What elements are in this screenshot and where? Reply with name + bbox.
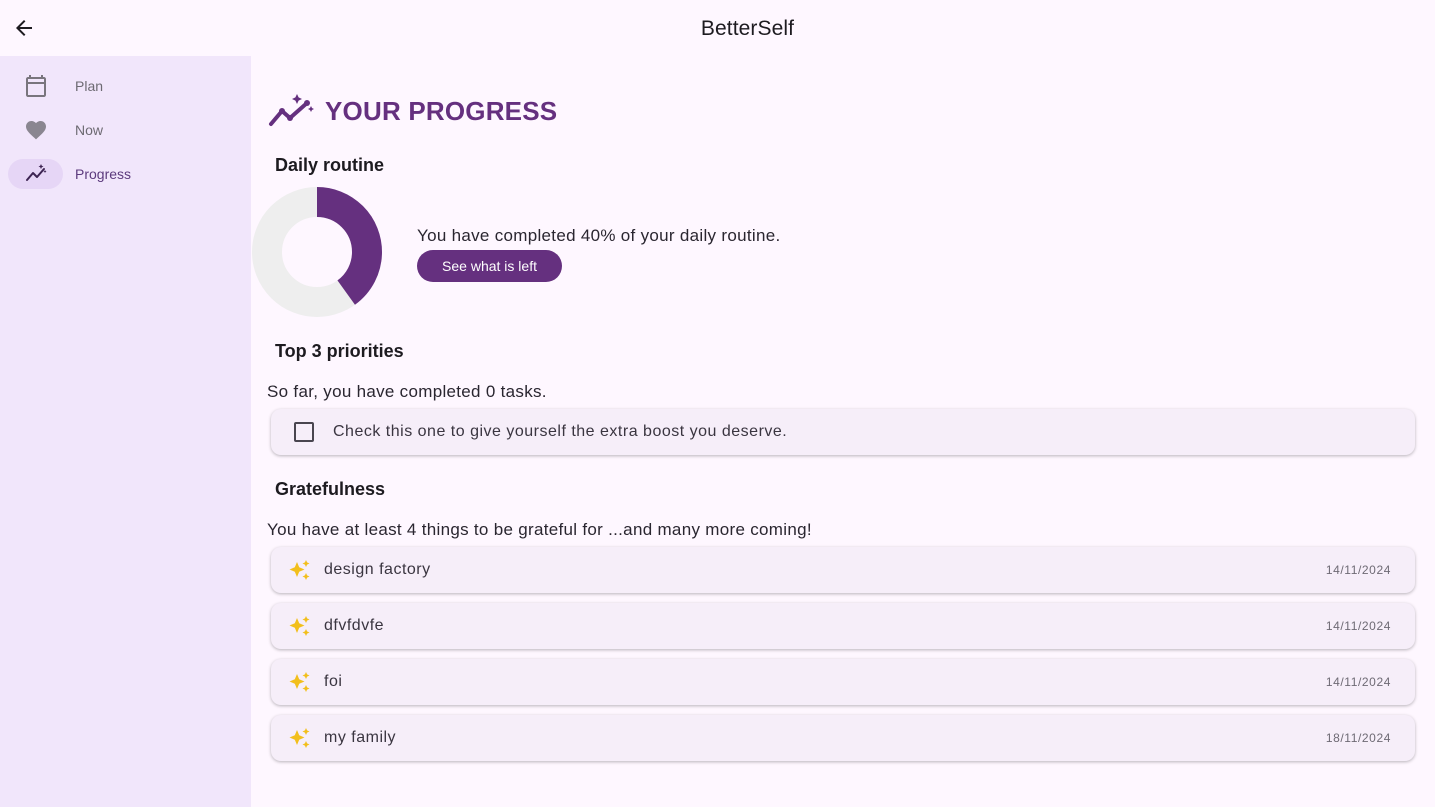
- page-header: YOUR PROGRESS: [267, 92, 557, 130]
- gratefulness-label: design factory: [324, 561, 431, 578]
- rail-item-now[interactable]: Now: [8, 114, 243, 146]
- gratefulness-status-text: You have at least 4 things to be gratefu…: [267, 520, 812, 539]
- sparkle-icon: [289, 616, 310, 636]
- sparkle-icon: [289, 560, 310, 580]
- auto-graph-icon: [269, 94, 314, 126]
- gratefulness-label: dfvfdvfe: [324, 617, 385, 634]
- rail-label-plan: Plan: [75, 78, 104, 94]
- rail-label-now: Now: [75, 122, 104, 138]
- gratefulness-label: foi: [324, 673, 343, 690]
- task-checkbox[interactable]: [294, 422, 314, 442]
- task-label: Check this one to give yourself the extr…: [333, 423, 788, 440]
- heart-icon: [25, 121, 46, 140]
- gratefulness-date: 18/11/2024: [1325, 731, 1391, 745]
- daily-routine-heading: Daily routine: [275, 155, 385, 175]
- gratefulness-item[interactable]: foi 14/11/2024: [271, 659, 1415, 705]
- gratefulness-label: my family: [324, 729, 397, 746]
- navigation-rail: Plan Now Progress: [0, 56, 251, 807]
- app-bar: BetterSelf: [0, 0, 1435, 56]
- rail-item-plan[interactable]: Plan: [8, 70, 243, 102]
- gratefulness-item[interactable]: my family 18/11/2024: [271, 715, 1415, 761]
- sparkle-icon: [289, 672, 310, 692]
- rail-item-progress[interactable]: Progress: [8, 158, 243, 190]
- gratefulness-date: 14/11/2024: [1325, 675, 1391, 689]
- auto-graph-icon: [25, 164, 46, 181]
- gratefulness-heading: Gratefulness: [275, 479, 386, 499]
- priorities-heading: Top 3 priorities: [275, 341, 404, 361]
- main-content: YOUR PROGRESS Daily routine You have com…: [251, 56, 1435, 807]
- see-what-is-left-button[interactable]: See what is left: [417, 250, 562, 282]
- rail-label-progress: Progress: [75, 166, 132, 182]
- calendar-icon: [25, 75, 46, 97]
- gratefulness-date: 14/11/2024: [1325, 563, 1391, 577]
- gratefulness-date: 14/11/2024: [1325, 619, 1391, 633]
- app-title: BetterSelf: [700, 17, 795, 40]
- priorities-status-text: So far, you have completed 0 tasks.: [267, 382, 547, 401]
- routine-status-text: You have completed 40% of your daily rou…: [417, 226, 781, 245]
- gratefulness-item[interactable]: dfvfdvfe 14/11/2024: [271, 603, 1415, 649]
- page-title: YOUR PROGRESS: [325, 95, 558, 126]
- gratefulness-item[interactable]: design factory 14/11/2024: [271, 547, 1415, 593]
- routine-progress-donut: [252, 187, 382, 317]
- sparkle-icon: [289, 728, 310, 748]
- priority-task-card[interactable]: Check this one to give yourself the extr…: [271, 409, 1415, 455]
